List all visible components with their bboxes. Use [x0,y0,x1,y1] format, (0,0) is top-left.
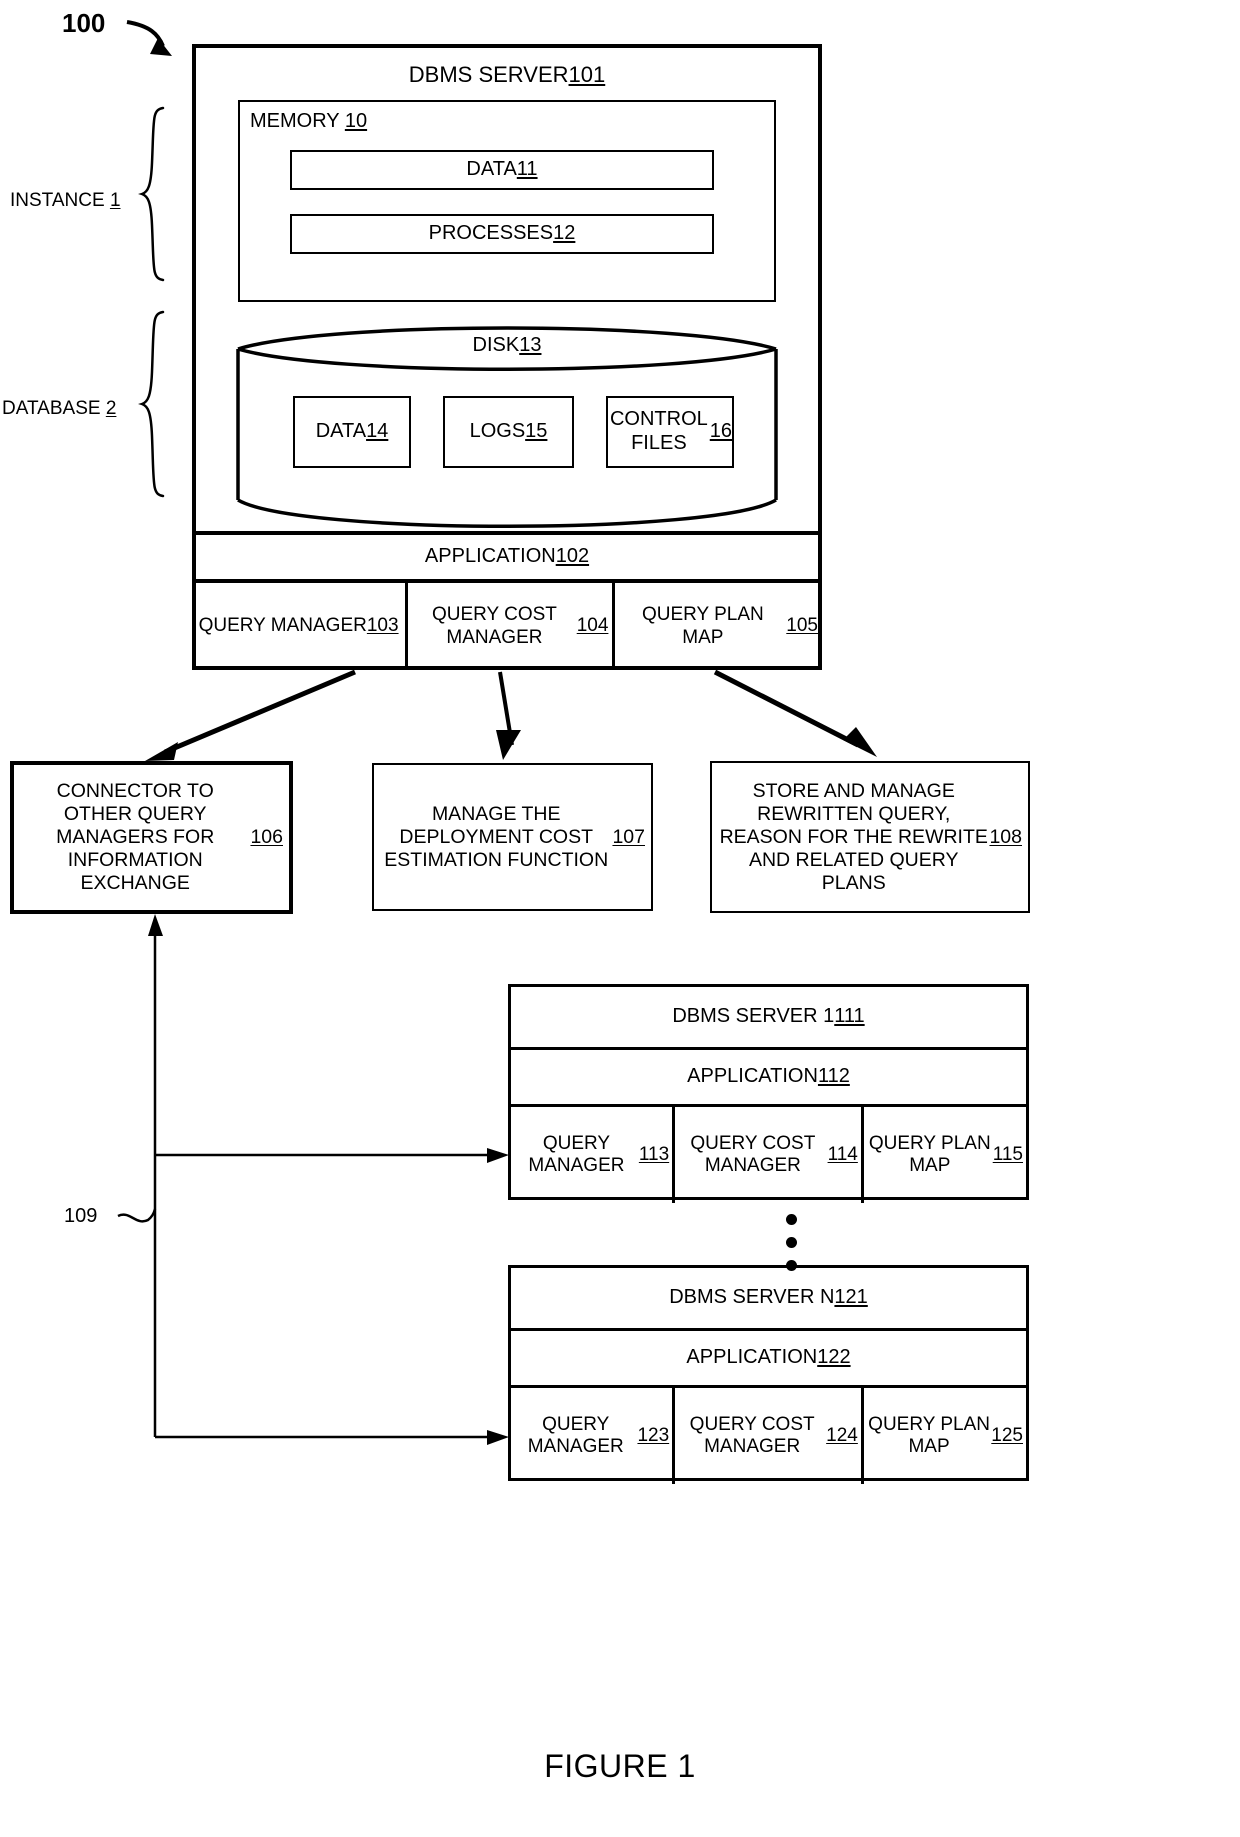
query-plan-map-115[interactable]: QUERY PLAN MAP 115 [864,1107,1026,1203]
reference-numeral: 14 [366,420,389,443]
memory-label: MEMORY 10 [250,110,368,132]
disk-label: DISK 13 [472,334,542,357]
disk-item-control-files: CONTROL FILES 16 [606,396,734,468]
query-components-row: QUERY MANAGER 103 QUERY COST MANAGER 104… [192,579,822,670]
reference-numeral: 113 [638,1143,670,1165]
ellipsis-dot-1 [786,1214,797,1225]
dbms-server-1-application: APPLICATION 112 [511,1050,1026,1107]
bus-branch-serverN-head [487,1430,509,1445]
reference-numeral: 108 [989,825,1022,848]
query-manager-103[interactable]: QUERY MANAGER 103 [192,583,409,670]
reference-numeral: 11 [516,158,538,181]
reference-numeral: 10 [344,110,368,132]
label-database: DATABASE 2 [2,398,142,420]
arrow-104-to-107-head [496,730,521,760]
reference-numeral: 2 [105,398,117,419]
reference-numeral: 122 [817,1346,851,1369]
action-box-connector-106[interactable]: CONNECTOR TO OTHER QUERY MANAGERS FOR IN… [10,761,293,914]
reference-numeral: 125 [991,1424,1023,1446]
reference-numeral: 103 [366,615,399,637]
reference-numeral: 15 [525,420,548,443]
arrow-105-to-108-line [713,669,860,748]
reference-numeral: 106 [250,826,283,848]
application-102-row: APPLICATION 102 [192,531,822,579]
reference-numeral: 115 [992,1143,1023,1165]
figure-ref-100: 100 [62,8,106,38]
label-instance: INSTANCE 1 [10,190,140,212]
dbms-server-1-components: QUERY MANAGER 113 QUERY COST MANAGER 114… [511,1107,1026,1203]
reference-numeral: 124 [826,1424,858,1446]
dbms-server-n-title: DBMS SERVER N 121 [511,1268,1026,1331]
dbms-server-n-components: QUERY MANAGER 123 QUERY COST MANAGER 124… [511,1388,1026,1484]
bus-arrow-into-106 [148,914,163,936]
query-cost-manager-124[interactable]: QUERY COST MANAGER 124 [675,1388,864,1484]
reference-numeral: 104 [576,615,609,637]
reference-numeral: 105 [786,615,818,637]
action-box-store-manage-108[interactable]: STORE AND MANAGE REWRITTEN QUERY, REASON… [710,761,1030,913]
dbms-server-main-title: DBMS SERVER 101 [408,62,606,88]
reference-numeral: 111 [834,1005,865,1028]
arrow-105-to-108-head [843,727,877,757]
arrow-104-to-107-line [498,671,514,746]
ref-100-leader-line [126,20,165,47]
query-plan-map-125[interactable]: QUERY PLAN MAP 125 [864,1388,1026,1484]
query-cost-manager-104[interactable]: QUERY COST MANAGER 104 [408,583,616,670]
query-manager-113[interactable]: QUERY MANAGER 113 [511,1107,676,1203]
dbms-server-n-application: APPLICATION 122 [511,1331,1026,1388]
instance-brace [138,106,165,282]
reference-numeral: 1 [109,190,121,211]
dbms-server-1-title: DBMS SERVER 1 111 [511,987,1026,1050]
query-plan-map-105[interactable]: QUERY PLAN MAP 105 [615,583,822,670]
memory-item-processes: PROCESSES 12 [290,214,714,254]
reference-numeral: 102 [555,545,590,568]
bus-branch-server1-head [487,1148,509,1163]
label-instance-text: INSTANCE 1 [10,190,121,211]
query-manager-123[interactable]: QUERY MANAGER 123 [511,1388,676,1484]
disk-item-data: DATA 14 [293,396,411,468]
reference-numeral: 101 [568,62,606,88]
reference-numeral: 12 [553,222,576,245]
reference-numeral: 13 [519,334,542,357]
ref-109-leader-line [117,1208,157,1223]
memory-item-data: DATA 11 [290,150,714,190]
ellipsis-dot-2 [786,1237,797,1248]
reference-numeral: 123 [637,1424,670,1446]
ref-100-arrowhead [150,38,172,56]
dbms-server-1-box: DBMS SERVER 1 111 APPLICATION 112 QUERY … [508,984,1029,1203]
reference-numeral: 114 [827,1143,858,1165]
figure-ref-109: 109 [64,1205,98,1227]
reference-numeral: 16 [709,420,732,443]
reference-numeral: 112 [817,1065,850,1088]
disk-item-logs: LOGS 15 [443,396,574,468]
figure-caption: FIGURE 1 [544,1748,696,1784]
action-box-cost-estimation-107[interactable]: MANAGE THE DEPLOYMENT COST ESTIMATION FU… [372,763,653,911]
arrow-103-to-106-line [164,669,356,755]
reference-numeral: 121 [834,1286,868,1309]
database-brace [138,310,165,498]
query-cost-manager-114[interactable]: QUERY COST MANAGER 114 [675,1107,864,1203]
reference-numeral: 107 [612,825,645,848]
dbms-server-n-box: DBMS SERVER N 121 APPLICATION 122 QUERY … [508,1265,1029,1484]
arrow-103-to-106-head [145,742,178,761]
label-database-text: DATABASE 2 [2,398,117,419]
